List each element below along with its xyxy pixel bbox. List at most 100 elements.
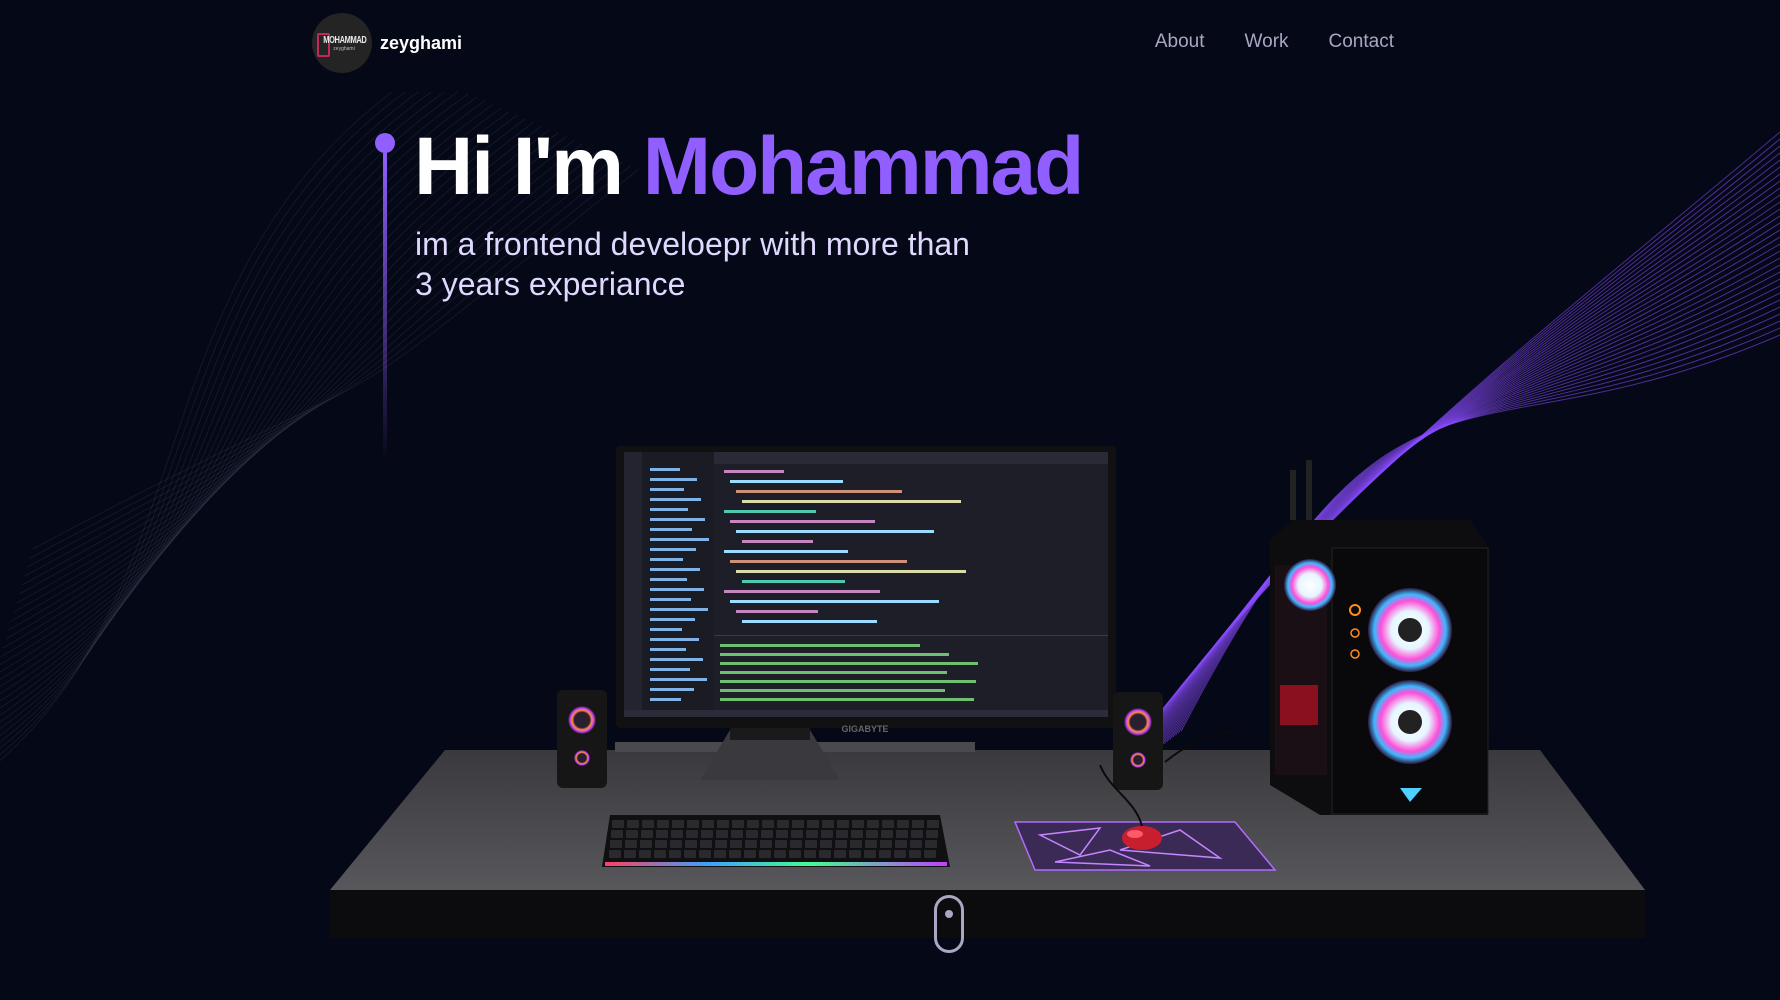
keyboard-key [639, 850, 651, 858]
keyboard-key [642, 820, 654, 828]
keyboard-key [746, 830, 758, 838]
keyboard-key [881, 830, 893, 838]
keyboard-key [925, 840, 937, 848]
explorer-file [650, 518, 705, 521]
keyboard-key [655, 840, 667, 848]
desktop-pc-scene[interactable]: GIGABYTE [320, 430, 1660, 950]
keyboard-key [819, 850, 831, 858]
scroll-indicator-dot [945, 910, 953, 918]
code-line [730, 600, 939, 603]
keyboard-key [897, 820, 909, 828]
keyboard-key [880, 840, 892, 848]
explorer-file [650, 648, 686, 651]
explorer-file [650, 638, 699, 641]
keyboard-key [731, 830, 743, 838]
keyboard-key [895, 840, 907, 848]
code-line [730, 480, 843, 483]
terminal-line [720, 698, 974, 701]
hero-accent-bar [383, 153, 387, 463]
left-speaker [557, 690, 607, 788]
keyboard-key [626, 830, 638, 838]
keyboard-key [669, 850, 681, 858]
keyboard-key [609, 850, 621, 858]
keyboard-key [909, 850, 921, 858]
keyboard-key [790, 840, 802, 848]
hero-title: Hi I'm Mohammad [414, 121, 1085, 212]
hero-subtitle: im a frontend develoepr with more than 3 … [415, 224, 1055, 304]
explorer-file [650, 568, 700, 571]
explorer-file [650, 688, 694, 691]
keyboard-key [866, 830, 878, 838]
keyboard-key [820, 840, 832, 848]
nav-link-about[interactable]: About [1155, 31, 1205, 53]
keyboard-key [850, 840, 862, 848]
keyboard-key [849, 850, 861, 858]
keyboard-key [777, 820, 789, 828]
explorer-file [650, 528, 692, 531]
keyboard-key [894, 850, 906, 858]
logo-badge: MOHAMMAD zeyghami [312, 13, 372, 73]
keyboard-key [702, 820, 714, 828]
keyboard-key [715, 840, 727, 848]
keyboard-key [821, 830, 833, 838]
keyboard-key [714, 850, 726, 858]
keyboard-key [744, 850, 756, 858]
explorer-file [650, 558, 683, 561]
code-line [742, 580, 845, 583]
keyboard-key [864, 850, 876, 858]
keyboard-key [657, 820, 669, 828]
explorer-file [650, 588, 704, 591]
scroll-down-button[interactable] [934, 895, 964, 953]
keyboard-key [852, 820, 864, 828]
hero-accent-dot [375, 133, 395, 153]
keyboard-key [745, 840, 757, 848]
keyboard-key [834, 850, 846, 858]
keyboard-key [912, 820, 924, 828]
keyboard [602, 815, 950, 867]
keyboard-key [610, 840, 622, 848]
nav-link-work[interactable]: Work [1245, 31, 1289, 53]
explorer-file [650, 628, 682, 631]
keyboard-key [686, 830, 698, 838]
explorer-file [650, 598, 691, 601]
hero-title-name: Mohammad [642, 121, 1085, 212]
keyboard-key [701, 830, 713, 838]
code-line [736, 490, 902, 493]
explorer-file [650, 668, 690, 671]
keyboard-key [927, 820, 939, 828]
navbar: MOHAMMAD zeyghami zeyghami About Work Co… [0, 0, 1780, 92]
explorer-file [650, 548, 696, 551]
terminal-line [720, 689, 945, 692]
explorer-file [650, 608, 708, 611]
keyboard-key [837, 820, 849, 828]
explorer-file [650, 618, 695, 621]
keyboard-key [791, 830, 803, 838]
keyboard-key [789, 850, 801, 858]
hero-accent-line [375, 133, 395, 463]
keyboard-key [612, 820, 624, 828]
keyboard-key [747, 820, 759, 828]
code-line [724, 550, 848, 553]
explorer-file [650, 578, 687, 581]
explorer-file [650, 478, 697, 481]
explorer-file [650, 508, 688, 511]
right-speaker [1113, 692, 1163, 790]
keyboard-key [910, 840, 922, 848]
logo-link[interactable]: MOHAMMAD zeyghami zeyghami [312, 13, 462, 73]
keyboard-key [684, 850, 696, 858]
code-line [730, 560, 907, 563]
hero-subtitle-line2: 3 years experiance [415, 266, 686, 302]
keyboard-key [759, 850, 771, 858]
code-line [736, 570, 966, 573]
terminal-line [720, 644, 920, 647]
explorer-file [650, 538, 709, 541]
brand-name: zeyghami [380, 32, 463, 53]
code-line [742, 500, 961, 503]
keyboard-key [822, 820, 834, 828]
monitor: GIGABYTE [615, 446, 1116, 780]
logo-main-text: MOHAMMAD [323, 34, 367, 46]
keyboard-key [807, 820, 819, 828]
nav-link-contact[interactable]: Contact [1329, 31, 1394, 53]
monitor-brand-label: GIGABYTE [841, 724, 888, 734]
keyboard-key [729, 850, 741, 858]
